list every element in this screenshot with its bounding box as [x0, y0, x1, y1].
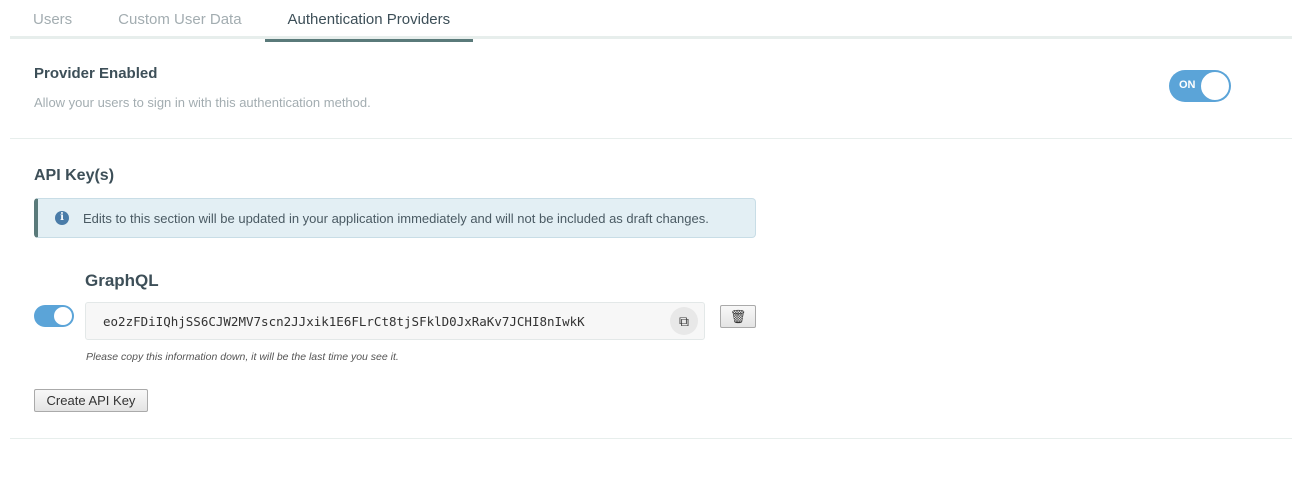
info-icon: i — [55, 211, 69, 225]
tab-authentication-providers[interactable]: Authentication Providers — [264, 0, 474, 42]
provider-enabled-description: Allow your users to sign in with this au… — [34, 95, 371, 110]
api-key-value: eo2zFDiIQhjSS6CJW2MV7scn2JJxik1E6FLrCt8t… — [103, 314, 585, 329]
copy-icon[interactable]: ⧉ — [670, 307, 698, 335]
delete-key-button[interactable]: 🗑 — [720, 305, 756, 328]
tab-custom-user-data[interactable]: Custom User Data — [95, 0, 264, 39]
api-keys-title: API Key(s) — [34, 167, 115, 184]
info-banner: i Edits to this section will be updated … — [34, 198, 756, 238]
api-key-field[interactable]: eo2zFDiIQhjSS6CJW2MV7scn2JJxik1E6FLrCt8t… — [85, 302, 705, 340]
api-key-name: GraphQL — [85, 271, 159, 290]
create-api-key-button[interactable]: Create API Key — [34, 389, 148, 412]
tab-users[interactable]: Users — [10, 0, 95, 39]
toggle-knob — [53, 306, 73, 326]
toggle-label: ON — [1179, 79, 1196, 91]
divider — [10, 138, 1292, 139]
api-key-toggle[interactable] — [34, 305, 74, 327]
provider-enabled-title: Provider Enabled — [34, 65, 158, 82]
toggle-knob — [1200, 71, 1230, 101]
divider — [10, 438, 1292, 439]
provider-enabled-toggle[interactable]: ON — [1169, 70, 1231, 102]
trash-icon: 🗑 — [729, 309, 747, 324]
copy-note: Please copy this information down, it wi… — [86, 351, 399, 363]
info-text: Edits to this section will be updated in… — [83, 210, 709, 226]
tab-bar: Users Custom User Data Authentication Pr… — [10, 0, 1292, 42]
